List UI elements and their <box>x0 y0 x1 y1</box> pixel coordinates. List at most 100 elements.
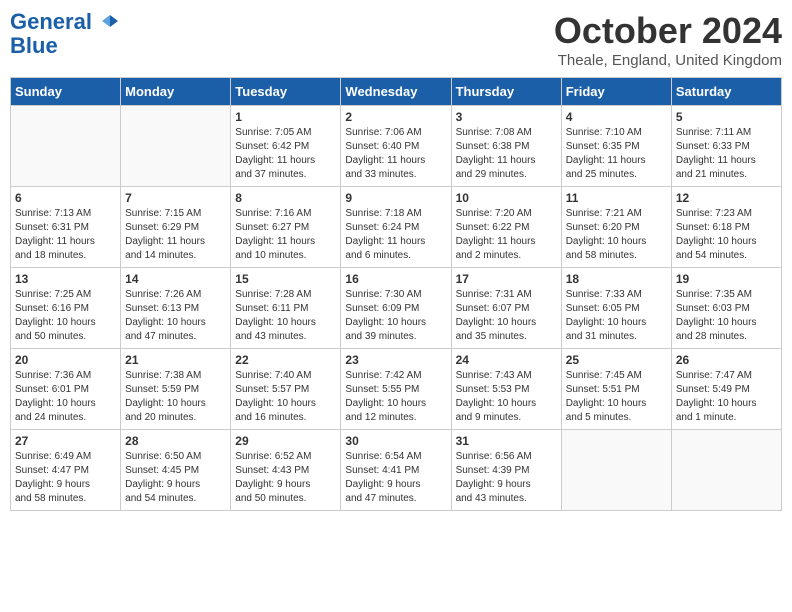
calendar-cell: 14 Sunrise: 7:26 AM Sunset: 6:13 PM Dayli… <box>121 268 231 349</box>
day-number: 31 <box>456 434 557 448</box>
day-number: 12 <box>676 191 777 205</box>
day-info: Sunrise: 7:26 AM Sunset: 6:13 PM Dayligh… <box>125 288 226 344</box>
calendar-cell <box>121 106 231 187</box>
day-info: Sunrise: 7:36 AM Sunset: 6:01 PM Dayligh… <box>15 369 116 425</box>
calendar-cell: 27 Sunrise: 6:49 AM Sunset: 4:47 PM Dayli… <box>11 430 121 511</box>
day-number: 23 <box>345 353 446 367</box>
day-info: Sunrise: 7:20 AM Sunset: 6:22 PM Dayligh… <box>456 207 557 263</box>
calendar-cell: 24 Sunrise: 7:43 AM Sunset: 5:53 PM Dayli… <box>451 349 561 430</box>
calendar-cell <box>671 430 781 511</box>
day-number: 21 <box>125 353 226 367</box>
day-info: Sunrise: 7:08 AM Sunset: 6:38 PM Dayligh… <box>456 126 557 182</box>
calendar-cell: 26 Sunrise: 7:47 AM Sunset: 5:49 PM Dayli… <box>671 349 781 430</box>
calendar-cell <box>11 106 121 187</box>
calendar-cell: 2Sunrise: 7:06 AM Sunset: 6:40 PM Daylig… <box>341 106 451 187</box>
calendar-cell: 23 Sunrise: 7:42 AM Sunset: 5:55 PM Dayli… <box>341 349 451 430</box>
day-info: Sunrise: 7:10 AM Sunset: 6:35 PM Dayligh… <box>566 126 667 182</box>
day-number: 11 <box>566 191 667 205</box>
calendar-cell: 10 Sunrise: 7:20 AM Sunset: 6:22 PM Dayli… <box>451 187 561 268</box>
day-number: 15 <box>235 272 336 286</box>
calendar-table: SundayMondayTuesdayWednesdayThursdayFrid… <box>10 77 782 511</box>
calendar-cell: 4Sunrise: 7:10 AM Sunset: 6:35 PM Daylig… <box>561 106 671 187</box>
day-number: 16 <box>345 272 446 286</box>
calendar-week-row: 27 Sunrise: 6:49 AM Sunset: 4:47 PM Dayli… <box>11 430 782 511</box>
day-number: 27 <box>15 434 116 448</box>
calendar-cell: 28 Sunrise: 6:50 AM Sunset: 4:45 PM Dayli… <box>121 430 231 511</box>
day-number: 10 <box>456 191 557 205</box>
day-info: Sunrise: 7:11 AM Sunset: 6:33 PM Dayligh… <box>676 126 777 182</box>
day-number: 9 <box>345 191 446 205</box>
calendar-week-row: 6Sunrise: 7:13 AM Sunset: 6:31 PM Daylig… <box>11 187 782 268</box>
month-title: October 2024 <box>554 10 782 52</box>
calendar-cell: 6Sunrise: 7:13 AM Sunset: 6:31 PM Daylig… <box>11 187 121 268</box>
col-header-friday: Friday <box>561 78 671 106</box>
calendar-cell: 31 Sunrise: 6:56 AM Sunset: 4:39 PM Dayli… <box>451 430 561 511</box>
day-number: 18 <box>566 272 667 286</box>
day-number: 5 <box>676 110 777 124</box>
calendar-cell: 22 Sunrise: 7:40 AM Sunset: 5:57 PM Dayli… <box>231 349 341 430</box>
day-info: Sunrise: 7:45 AM Sunset: 5:51 PM Dayligh… <box>566 369 667 425</box>
logo-subtext: Blue <box>10 34 120 58</box>
day-number: 19 <box>676 272 777 286</box>
day-info: Sunrise: 7:23 AM Sunset: 6:18 PM Dayligh… <box>676 207 777 263</box>
calendar-cell: 25Sunrise: 7:45 AM Sunset: 5:51 PM Dayli… <box>561 349 671 430</box>
logo-text: General <box>10 10 120 34</box>
calendar-cell: 7Sunrise: 7:15 AM Sunset: 6:29 PM Daylig… <box>121 187 231 268</box>
day-info: Sunrise: 7:33 AM Sunset: 6:05 PM Dayligh… <box>566 288 667 344</box>
day-info: Sunrise: 7:42 AM Sunset: 5:55 PM Dayligh… <box>345 369 446 425</box>
day-number: 8 <box>235 191 336 205</box>
day-number: 26 <box>676 353 777 367</box>
day-info: Sunrise: 6:50 AM Sunset: 4:45 PM Dayligh… <box>125 450 226 506</box>
day-info: Sunrise: 7:21 AM Sunset: 6:20 PM Dayligh… <box>566 207 667 263</box>
day-info: Sunrise: 7:05 AM Sunset: 6:42 PM Dayligh… <box>235 126 336 182</box>
day-number: 13 <box>15 272 116 286</box>
calendar-cell: 17Sunrise: 7:31 AM Sunset: 6:07 PM Dayli… <box>451 268 561 349</box>
calendar-cell: 11 Sunrise: 7:21 AM Sunset: 6:20 PM Dayli… <box>561 187 671 268</box>
calendar-cell: 21Sunrise: 7:38 AM Sunset: 5:59 PM Dayli… <box>121 349 231 430</box>
day-info: Sunrise: 7:06 AM Sunset: 6:40 PM Dayligh… <box>345 126 446 182</box>
col-header-saturday: Saturday <box>671 78 781 106</box>
calendar-cell <box>561 430 671 511</box>
calendar-cell: 12 Sunrise: 7:23 AM Sunset: 6:18 PM Dayli… <box>671 187 781 268</box>
calendar-cell: 20 Sunrise: 7:36 AM Sunset: 6:01 PM Dayli… <box>11 349 121 430</box>
logo: General Blue <box>10 10 120 58</box>
day-number: 14 <box>125 272 226 286</box>
calendar-cell: 15Sunrise: 7:28 AM Sunset: 6:11 PM Dayli… <box>231 268 341 349</box>
page-header: General Blue October 2024 Theale, Englan… <box>10 10 782 69</box>
calendar-cell: 19 Sunrise: 7:35 AM Sunset: 6:03 PM Dayli… <box>671 268 781 349</box>
day-number: 28 <box>125 434 226 448</box>
calendar-cell: 9Sunrise: 7:18 AM Sunset: 6:24 PM Daylig… <box>341 187 451 268</box>
day-number: 22 <box>235 353 336 367</box>
col-header-monday: Monday <box>121 78 231 106</box>
day-info: Sunrise: 6:54 AM Sunset: 4:41 PM Dayligh… <box>345 450 446 506</box>
day-info: Sunrise: 6:49 AM Sunset: 4:47 PM Dayligh… <box>15 450 116 506</box>
calendar-cell: 18 Sunrise: 7:33 AM Sunset: 6:05 PM Dayli… <box>561 268 671 349</box>
col-header-thursday: Thursday <box>451 78 561 106</box>
col-header-wednesday: Wednesday <box>341 78 451 106</box>
calendar-cell: 8Sunrise: 7:16 AM Sunset: 6:27 PM Daylig… <box>231 187 341 268</box>
calendar-cell: 30 Sunrise: 6:54 AM Sunset: 4:41 PM Dayli… <box>341 430 451 511</box>
location: Theale, England, United Kingdom <box>554 52 782 69</box>
title-block: October 2024 Theale, England, United Kin… <box>554 10 782 69</box>
col-header-tuesday: Tuesday <box>231 78 341 106</box>
day-number: 6 <box>15 191 116 205</box>
day-info: Sunrise: 7:31 AM Sunset: 6:07 PM Dayligh… <box>456 288 557 344</box>
col-header-sunday: Sunday <box>11 78 121 106</box>
day-info: Sunrise: 6:56 AM Sunset: 4:39 PM Dayligh… <box>456 450 557 506</box>
day-info: Sunrise: 7:43 AM Sunset: 5:53 PM Dayligh… <box>456 369 557 425</box>
calendar-cell: 29Sunrise: 6:52 AM Sunset: 4:43 PM Dayli… <box>231 430 341 511</box>
day-info: Sunrise: 6:52 AM Sunset: 4:43 PM Dayligh… <box>235 450 336 506</box>
calendar-cell: 1Sunrise: 7:05 AM Sunset: 6:42 PM Daylig… <box>231 106 341 187</box>
day-info: Sunrise: 7:47 AM Sunset: 5:49 PM Dayligh… <box>676 369 777 425</box>
calendar-week-row: 1Sunrise: 7:05 AM Sunset: 6:42 PM Daylig… <box>11 106 782 187</box>
day-number: 24 <box>456 353 557 367</box>
calendar-cell: 5 Sunrise: 7:11 AM Sunset: 6:33 PM Daylig… <box>671 106 781 187</box>
day-info: Sunrise: 7:30 AM Sunset: 6:09 PM Dayligh… <box>345 288 446 344</box>
day-info: Sunrise: 7:40 AM Sunset: 5:57 PM Dayligh… <box>235 369 336 425</box>
day-number: 20 <box>15 353 116 367</box>
calendar-cell: 3Sunrise: 7:08 AM Sunset: 6:38 PM Daylig… <box>451 106 561 187</box>
day-number: 30 <box>345 434 446 448</box>
day-info: Sunrise: 7:25 AM Sunset: 6:16 PM Dayligh… <box>15 288 116 344</box>
day-info: Sunrise: 7:35 AM Sunset: 6:03 PM Dayligh… <box>676 288 777 344</box>
calendar-header-row: SundayMondayTuesdayWednesdayThursdayFrid… <box>11 78 782 106</box>
